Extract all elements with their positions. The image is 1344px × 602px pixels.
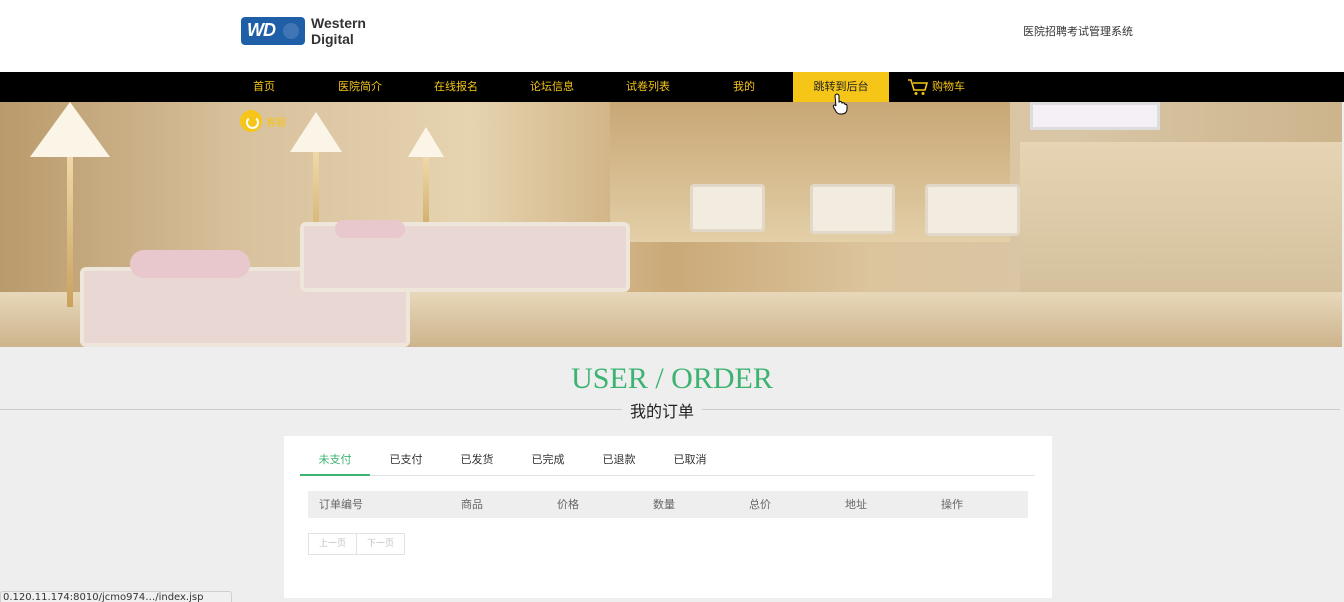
col-total: 总价 [749, 498, 771, 511]
banner-wall-frames [1030, 102, 1160, 130]
banner-bed [925, 184, 1020, 236]
browser-status-url: 0.120.11.174:8010/jcmo974…/index.jsp [0, 591, 232, 602]
tab-paid[interactable]: 已支付 [371, 444, 441, 476]
col-address: 地址 [845, 498, 867, 511]
logo-wordmark: Western Digital [311, 15, 366, 47]
wd-logo-badge: WD [241, 17, 305, 45]
tab-shipped[interactable]: 已发货 [442, 444, 512, 476]
banner-pillow [130, 250, 250, 278]
banner-bed [690, 184, 765, 232]
banner-pillow [335, 220, 405, 238]
nav-forum[interactable]: 论坛信息 [530, 72, 574, 102]
col-price: 价格 [557, 498, 579, 511]
hero-banner-image [0, 102, 1342, 347]
site-header: WD Western Digital 医院招聘考试管理系统 [0, 0, 1344, 72]
nav-mine[interactable]: 我的 [733, 72, 755, 102]
wd-logo[interactable]: WD Western Digital [241, 15, 366, 47]
prev-page-button[interactable]: 上一页 [308, 533, 358, 555]
nav-home[interactable]: 首页 [253, 72, 275, 102]
hand-pointer-cursor-icon [832, 93, 848, 119]
col-order-number: 订单编号 [319, 498, 363, 511]
tab-refunded[interactable]: 已退款 [584, 444, 654, 476]
orders-table-header: 订单编号 商品 价格 数量 总价 地址 操作 [308, 491, 1028, 518]
nav-cart[interactable]: 购物车 [907, 72, 965, 102]
nav-online-registration[interactable]: 在线报名 [434, 72, 478, 102]
tab-completed[interactable]: 已完成 [513, 444, 583, 476]
logo-line-1: Western [311, 15, 366, 31]
col-actions: 操作 [941, 498, 963, 511]
col-product: 商品 [461, 498, 483, 511]
next-page-button[interactable]: 下一页 [356, 533, 406, 555]
orders-panel: 未支付 已支付 已发货 已完成 已退款 已取消 订单编号 商品 价格 数量 总价… [284, 436, 1052, 598]
shopping-cart-icon [907, 78, 929, 96]
pagination: 上一页 下一页 [308, 533, 406, 555]
logo-line-2: Digital [311, 31, 354, 47]
site-title: 医院招聘考试管理系统 [1023, 25, 1133, 38]
customer-service-label: 客服 [266, 117, 286, 129]
banner-bed [810, 184, 895, 234]
col-quantity: 数量 [653, 498, 675, 511]
tab-cancelled[interactable]: 已取消 [655, 444, 725, 476]
page-subtitle: 我的订单 [622, 398, 703, 422]
logo-badge-text: WD [247, 20, 276, 40]
headset-icon [240, 110, 262, 132]
banner-right-wall [1020, 142, 1342, 302]
nav-hospital-intro[interactable]: 医院简介 [338, 72, 382, 102]
nav-exam-papers[interactable]: 试卷列表 [626, 72, 670, 102]
nav-cart-label: 购物车 [932, 80, 965, 93]
tab-unpaid[interactable]: 未支付 [300, 444, 370, 476]
order-status-tabs: 未支付 已支付 已发货 已完成 已退款 已取消 [300, 444, 1035, 476]
customer-service-button[interactable]: 客服 [240, 110, 286, 132]
page-title: USER / ORDER [571, 362, 773, 395]
main-nav: 首页 医院简介 在线报名 论坛信息 试卷列表 我的 跳转到后台 购物车 [0, 72, 1344, 102]
